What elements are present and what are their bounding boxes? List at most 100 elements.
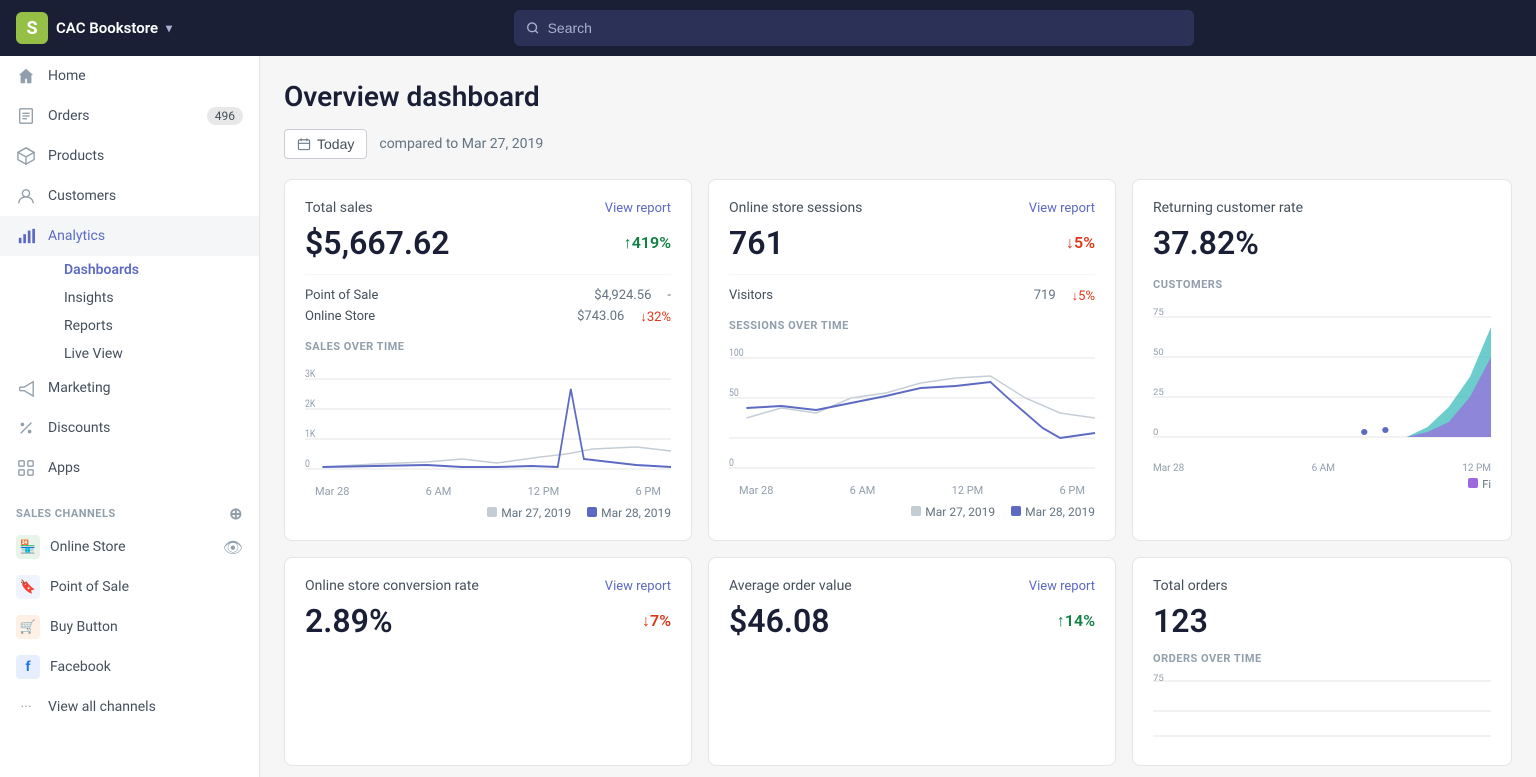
search-container — [514, 10, 1194, 46]
card-conversion-rate: Online store conversion rate View report… — [284, 557, 692, 766]
sidebar-label-apps: Apps — [48, 460, 80, 476]
sidebar-item-discounts[interactable]: Discounts — [0, 408, 259, 448]
sidebar-label-home: Home — [48, 68, 86, 84]
x-label-6pm: 6 PM — [636, 485, 661, 498]
card-online-sessions: Online store sessions View report 761 ↓5… — [708, 179, 1116, 541]
sidebar-label-orders: Orders — [48, 108, 90, 124]
returning-chart: 75 50 25 0 Mar 28 6 AM — [1153, 297, 1491, 474]
sidebar: Home Orders 496 Products Customers — [0, 56, 260, 777]
conversion-view-report[interactable]: View report — [605, 579, 671, 594]
sidebar-channel-pos[interactable]: 🔖 Point of Sale — [0, 567, 259, 607]
sessions-x-12pm: 12 PM — [952, 484, 984, 497]
sidebar-item-marketing[interactable]: Marketing — [0, 368, 259, 408]
sidebar-channel-online-store[interactable]: 🏪 Online Store 👁 — [0, 527, 259, 567]
total-sales-sub: Point of Sale $4,924.56 - Online Store $… — [305, 274, 671, 328]
sessions-chart: 100 50 0 Mar 28 6 AM 12 PM 6 PM — [729, 338, 1095, 497]
topbar: S CAC Bookstore ▾ — [0, 0, 1536, 56]
channel-label-facebook: Facebook — [50, 659, 111, 675]
conversion-value-row: 2.89% ↓7% — [305, 602, 671, 640]
total-sales-value: $5,667.62 — [305, 224, 450, 262]
date-button[interactable]: Today — [284, 129, 367, 159]
returning-header: Returning customer rate — [1153, 200, 1491, 216]
apps-icon — [16, 458, 36, 478]
returning-legend: Fi — [1153, 478, 1491, 491]
sidebar-label-analytics: Analytics — [48, 228, 105, 244]
returning-legend-fi: Fi — [1468, 478, 1491, 491]
add-channel-icon[interactable]: ⊕ — [229, 504, 243, 523]
sessions-card-header: Online store sessions View report — [729, 200, 1095, 216]
sessions-legend-mar28: Mar 28, 2019 — [1011, 505, 1095, 519]
sidebar-sub-liveview[interactable]: Live View — [48, 340, 259, 368]
search-icon — [526, 21, 540, 35]
card-total-orders: Total orders 123 ORDERS OVER TIME 75 — [1132, 557, 1512, 766]
total-orders-header: Total orders — [1153, 578, 1491, 594]
returning-x-12pm: 12 PM — [1462, 463, 1491, 474]
pos-change: - — [667, 288, 671, 303]
total-sales-change: ↑419% — [624, 233, 671, 253]
avg-order-change: ↑14% — [1057, 611, 1095, 631]
search-input[interactable] — [548, 20, 1182, 36]
sidebar-item-apps[interactable]: Apps — [0, 448, 259, 488]
conversion-title: Online store conversion rate — [305, 578, 479, 594]
channel-label-online-store: Online Store — [50, 539, 126, 555]
analytics-icon — [16, 226, 36, 246]
sessions-chart-legend: Mar 27, 2019 Mar 28, 2019 — [729, 505, 1095, 519]
online-change: ↓32% — [640, 309, 671, 325]
avg-order-view-report[interactable]: View report — [1029, 579, 1095, 594]
avg-order-title: Average order value — [729, 578, 852, 594]
sidebar-item-orders[interactable]: Orders 496 — [0, 96, 259, 136]
home-icon — [16, 66, 36, 86]
orders-chart: 75 — [1153, 671, 1491, 745]
online-store-icon: 🏪 — [16, 535, 40, 559]
conversion-value: 2.89% — [305, 602, 393, 640]
online-label: Online Store — [305, 309, 375, 325]
sidebar-view-all-channels[interactable]: ··· View all channels — [0, 687, 259, 727]
sidebar-sub-dashboards[interactable]: Dashboards — [48, 256, 259, 284]
total-orders-title: Total orders — [1153, 578, 1228, 594]
brand-menu[interactable]: S CAC Bookstore ▾ — [16, 12, 172, 44]
sales-chart: 3K 2K 1K 0 Mar 28 6 AM 12 PM 6 — [305, 359, 671, 498]
sidebar-item-home[interactable]: Home — [0, 56, 259, 96]
returning-title: Returning customer rate — [1153, 200, 1303, 216]
sidebar-sub-insights[interactable]: Insights — [48, 284, 259, 312]
sales-chart-legend: Mar 27, 2019 Mar 28, 2019 — [305, 506, 671, 520]
sales-channels-header: SALES CHANNELS ⊕ — [0, 488, 259, 527]
sidebar-item-analytics[interactable]: Analytics — [0, 216, 259, 256]
sidebar-channel-facebook[interactable]: f Facebook — [0, 647, 259, 687]
sidebar-sub-reports[interactable]: Reports — [48, 312, 259, 340]
facebook-icon: f — [16, 655, 40, 679]
legend-mar28: Mar 28, 2019 — [587, 506, 671, 520]
visitors-label: Visitors — [729, 288, 773, 304]
card-returning-customer: Returning customer rate 37.82% CUSTOMERS… — [1132, 179, 1512, 541]
search-wrapper — [514, 10, 1194, 46]
sub-row-pos: Point of Sale $4,924.56 - — [305, 285, 671, 306]
card-total-sales: Total sales View report $5,667.62 ↑419% … — [284, 179, 692, 541]
analytics-submenu: Dashboards Insights Reports Live View — [0, 256, 259, 368]
sessions-value: 761 — [729, 224, 784, 262]
sidebar-channel-buy-button[interactable]: 🛒 Buy Button — [0, 607, 259, 647]
total-sales-title: Total sales — [305, 200, 373, 216]
sessions-view-report[interactable]: View report — [1029, 201, 1095, 216]
online-value: $743.06 — [577, 309, 624, 325]
total-sales-view-report[interactable]: View report — [605, 201, 671, 216]
sessions-change: ↓5% — [1066, 233, 1095, 253]
svg-text:50: 50 — [729, 387, 739, 399]
visitors-change: ↓5% — [1072, 288, 1095, 304]
sidebar-item-customers[interactable]: Customers — [0, 176, 259, 216]
cards-top-row: Total sales View report $5,667.62 ↑419% … — [284, 179, 1512, 541]
brand-name: CAC Bookstore — [56, 19, 158, 37]
sessions-title: Online store sessions — [729, 200, 862, 216]
sidebar-item-products[interactable]: Products — [0, 136, 259, 176]
card-avg-order: Average order value View report $46.08 ↑… — [708, 557, 1116, 766]
orders-chart-label: ORDERS OVER TIME — [1153, 652, 1491, 665]
online-store-eye-icon[interactable]: 👁 — [223, 538, 243, 557]
avg-order-value: $46.08 — [729, 602, 830, 640]
customers-label: CUSTOMERS — [1153, 278, 1491, 291]
cards-bottom-row: Online store conversion rate View report… — [284, 557, 1512, 766]
calendar-icon — [297, 137, 311, 151]
date-label: Today — [317, 136, 354, 152]
sidebar-label-discounts: Discounts — [48, 420, 110, 436]
x-label-12pm: 12 PM — [528, 485, 560, 498]
pos-values: $4,924.56 - — [594, 288, 671, 303]
visitors-value: 719 — [1034, 288, 1056, 304]
